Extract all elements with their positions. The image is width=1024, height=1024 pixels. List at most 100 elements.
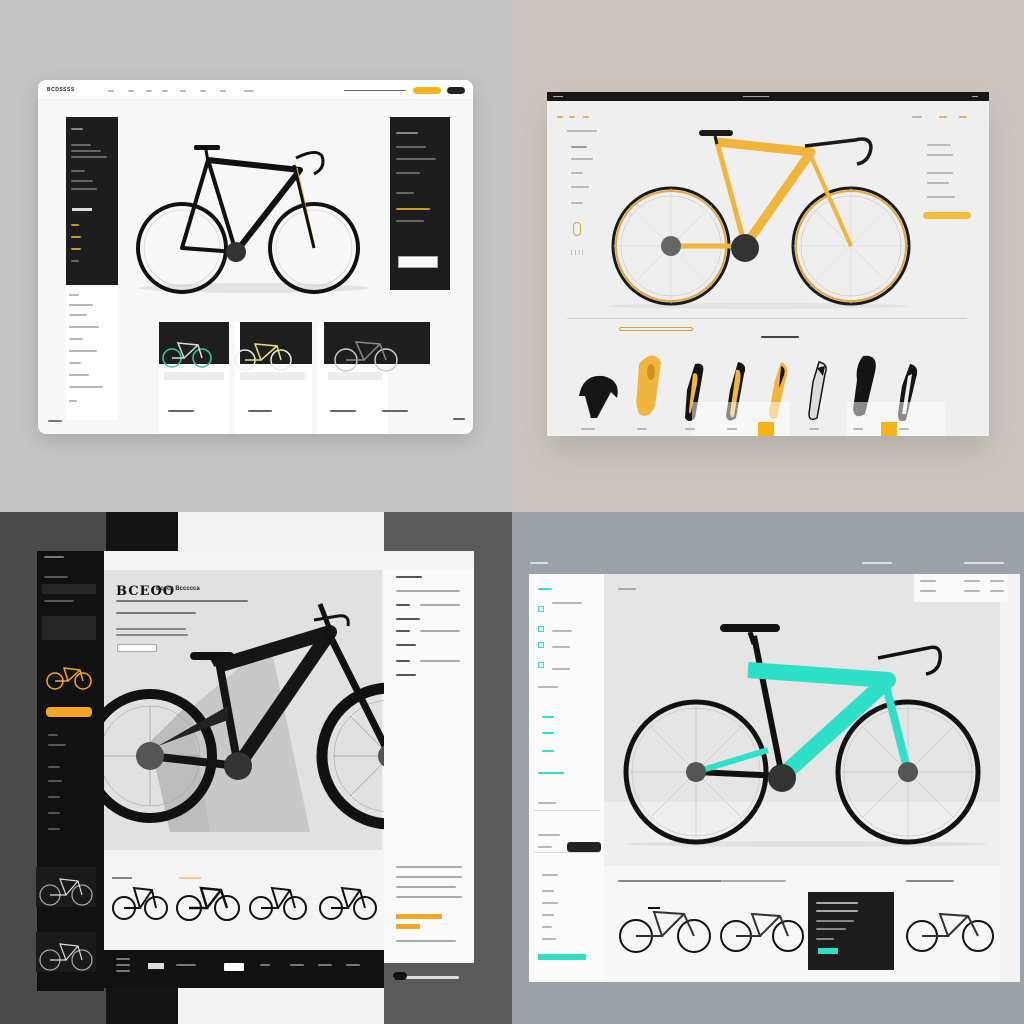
q3-sidebar-bike-icon[interactable] — [46, 664, 92, 690]
q1-card-bike-icon — [334, 341, 398, 372]
q3-spec-sidebar — [384, 570, 474, 962]
q2-topbar-link[interactable] — [972, 96, 978, 97]
q1-nav-link[interactable] — [128, 90, 134, 92]
q3-price-bar[interactable] — [396, 924, 420, 929]
q4-nav-item[interactable] — [964, 590, 980, 592]
q4-left-sidebar — [529, 574, 604, 982]
q1-nav-link[interactable] — [162, 90, 168, 92]
q1-filter-item[interactable] — [69, 374, 89, 376]
q2-selected-marker[interactable] — [758, 422, 774, 436]
q4-divider — [534, 852, 600, 853]
q1-menu-button[interactable] — [447, 87, 465, 94]
q3-spec-row[interactable] — [396, 604, 410, 606]
q2-section-title — [761, 336, 799, 338]
q3-bottom-button[interactable] — [148, 963, 164, 969]
q2-account-link[interactable] — [939, 116, 947, 118]
q1-search-line[interactable] — [344, 90, 406, 91]
q1-filter-item[interactable] — [69, 326, 99, 328]
q4-nav-item[interactable] — [920, 580, 936, 582]
q3-spec-row[interactable] — [396, 644, 416, 646]
q1-nav-link[interactable] — [244, 90, 254, 92]
q2-topbar-link[interactable] — [553, 96, 563, 97]
q2-mockup: | | | | — [512, 0, 1024, 512]
q4-sidebar-item[interactable] — [538, 642, 544, 648]
q3-bottom-button[interactable] — [224, 963, 244, 971]
q3-sidebar-item[interactable] — [42, 616, 96, 640]
q2-topbar-link[interactable] — [743, 96, 769, 97]
q4-promo-card-button[interactable] — [818, 948, 838, 954]
q3-bike-thumb[interactable] — [318, 874, 378, 922]
q1-filter-item[interactable] — [69, 304, 93, 306]
q1-filter-item[interactable] — [69, 314, 87, 316]
q3-spec-row[interactable] — [396, 674, 416, 676]
q1-filter-item[interactable] — [69, 386, 103, 388]
q2-filter-pill[interactable] — [619, 327, 693, 331]
saddle-icon[interactable] — [633, 354, 663, 424]
q1-filter-item[interactable] — [48, 420, 62, 422]
q4-nav-item[interactable] — [990, 580, 1004, 582]
q3-sidebar-bike-thumb[interactable] — [36, 932, 96, 972]
q1-spec-button[interactable] — [72, 208, 92, 211]
q3-slider-handle[interactable] — [393, 972, 407, 980]
q4-nav-item[interactable] — [990, 590, 1004, 592]
q4-sidebar-cta-button[interactable] — [538, 954, 586, 960]
q4-bike-thumb[interactable] — [906, 906, 994, 954]
q3-spec-row[interactable] — [396, 618, 420, 620]
q3-bike-thumb[interactable] — [175, 872, 241, 922]
q4-mockup — [512, 512, 1024, 1024]
q3-spec-row[interactable] — [396, 660, 410, 662]
q1-filter-item[interactable] — [69, 294, 79, 296]
q1-hero-bike-image — [136, 145, 369, 294]
helmet-icon[interactable] — [577, 372, 621, 422]
q4-bike-thumb[interactable] — [720, 904, 804, 954]
frame-part-icon[interactable] — [805, 360, 829, 426]
q2-scale-label: | | | | — [571, 250, 584, 256]
q2-divider — [567, 318, 967, 319]
q1-brand[interactable]: BCDSSSS — [47, 87, 75, 93]
q4-sidebar-item[interactable] — [538, 606, 544, 612]
q2-cta-button[interactable] — [923, 212, 971, 219]
q1-add-to-cart-button[interactable] — [398, 256, 438, 268]
q1-mockup: BCDSSSS — [0, 0, 512, 512]
q3-sidebar-bike-thumb[interactable] — [36, 867, 96, 907]
q2-window: | | | | — [547, 92, 989, 436]
q3-bike-thumb[interactable] — [112, 872, 168, 922]
q2-account-link[interactable] — [912, 116, 922, 118]
q1-nav-link[interactable] — [146, 90, 152, 92]
q1-filter-item[interactable] — [69, 362, 81, 364]
q3-price-bar[interactable] — [396, 914, 442, 919]
q4-bike-thumb[interactable] — [618, 904, 712, 954]
q3-sidebar-item[interactable] — [42, 584, 96, 594]
q2-hero-bike-image — [609, 130, 911, 309]
q3-bike-thumb[interactable] — [248, 874, 308, 922]
q1-filter-item[interactable] — [69, 350, 97, 352]
q2-nav-item[interactable] — [557, 116, 563, 118]
q3-spec-row[interactable] — [396, 630, 410, 632]
q4-top-link[interactable] — [862, 562, 892, 564]
q2-gear-card-highlight — [692, 402, 790, 436]
q4-sidebar-item[interactable] — [538, 626, 544, 632]
q1-filter-item[interactable] — [69, 400, 77, 402]
q2-size-badge[interactable] — [573, 222, 581, 236]
q1-nav-link[interactable] — [200, 90, 206, 92]
q1-nav-link[interactable] — [108, 90, 114, 92]
q1-filter-item[interactable] — [69, 338, 83, 340]
q1-card-bike-icon — [162, 342, 212, 368]
q2-account-link[interactable] — [959, 116, 967, 118]
q4-nav-item[interactable] — [920, 590, 936, 592]
q3-mockup: BCEOO Bcccs Bccccca — [0, 512, 512, 1024]
q4-compare-button[interactable] — [567, 842, 601, 852]
q4-top-link[interactable] — [530, 562, 548, 564]
q3-bottom-bar — [104, 950, 384, 988]
q2-selected-marker[interactable] — [881, 422, 897, 436]
q4-sidebar-item[interactable] — [538, 662, 544, 668]
q4-top-link[interactable] — [964, 562, 1004, 564]
q1-cta-button[interactable] — [413, 87, 441, 94]
q3-sidebar-cta-button[interactable] — [46, 707, 92, 717]
q4-nav-item[interactable] — [964, 580, 980, 582]
q1-nav-link[interactable] — [220, 90, 226, 92]
q2-nav-item[interactable] — [583, 116, 589, 118]
q2-nav-item[interactable] — [569, 116, 575, 118]
q4-divider — [534, 810, 600, 811]
q1-nav-link[interactable] — [180, 90, 186, 92]
